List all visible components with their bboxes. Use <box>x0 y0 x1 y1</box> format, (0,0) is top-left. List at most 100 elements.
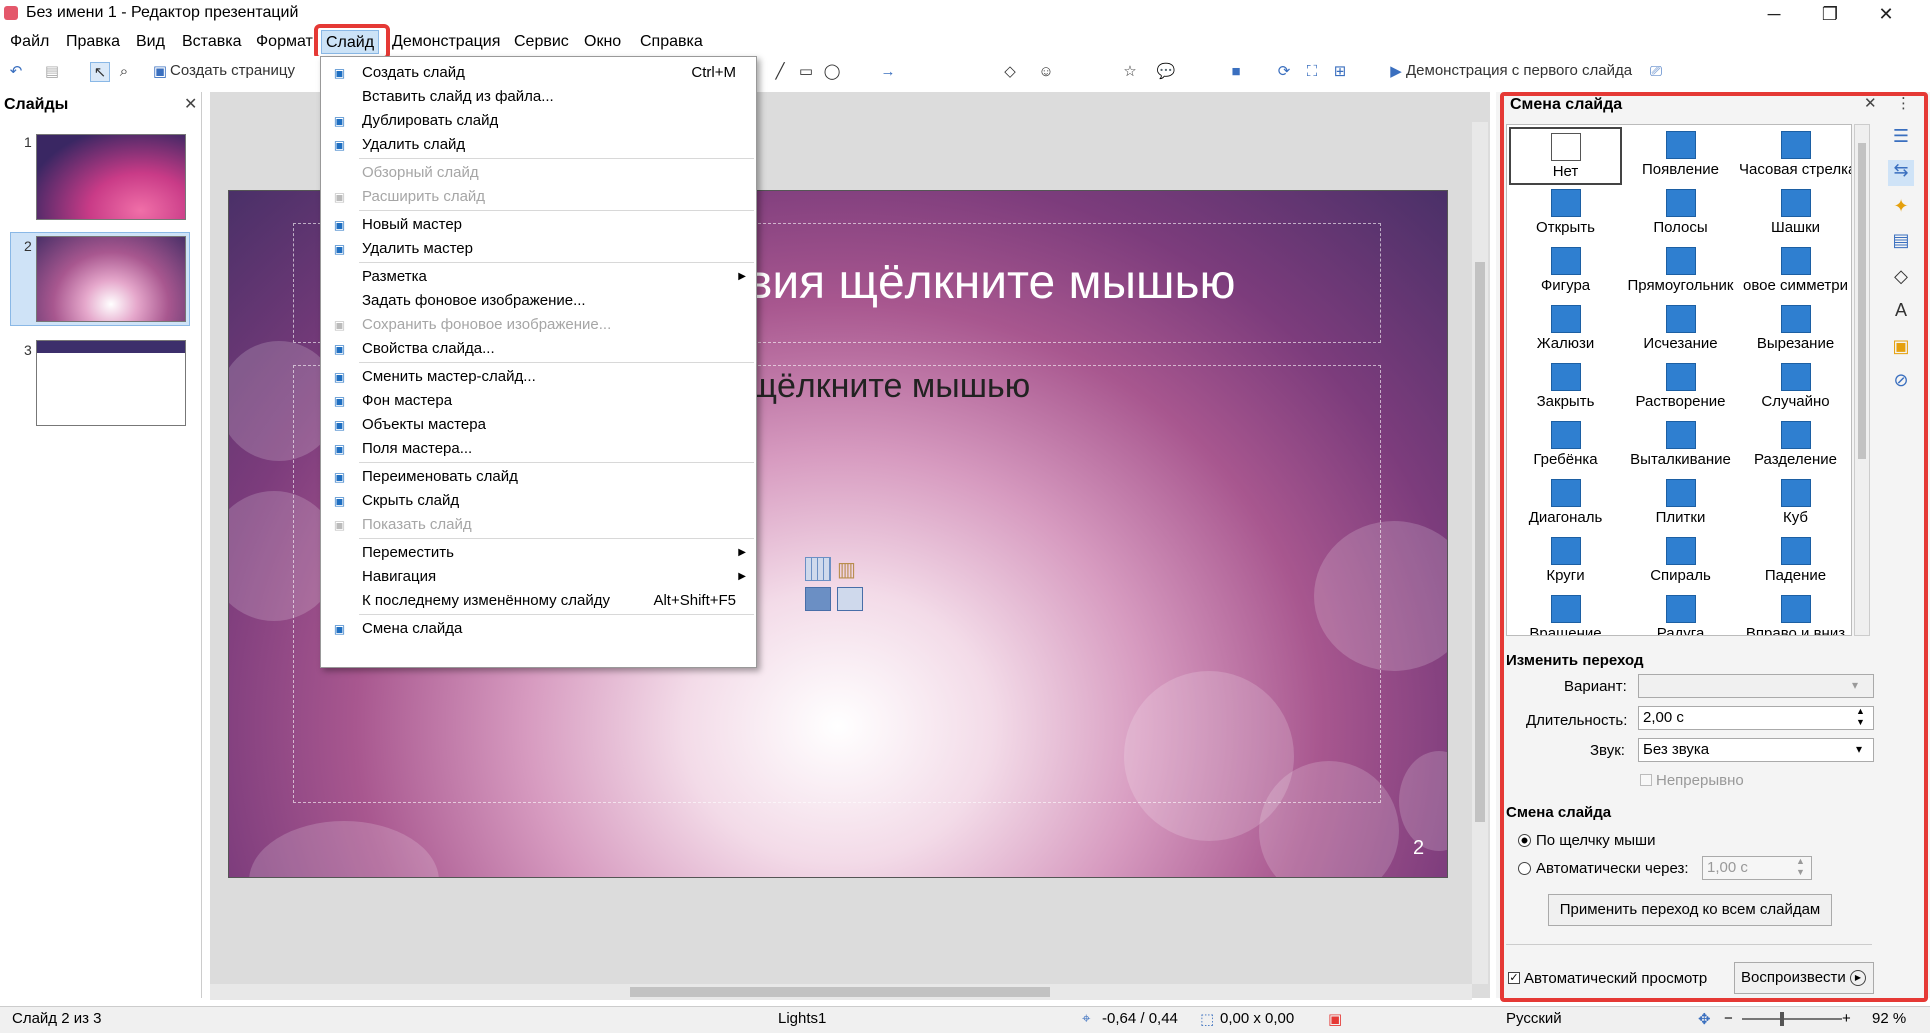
auto-preview-checkbox[interactable]: ✓ <box>1508 972 1520 984</box>
sound-select[interactable]: Без звука <box>1638 738 1874 762</box>
slide-menu-item[interactable]: Переместить ▶ <box>321 541 756 565</box>
transition-option[interactable]: Диагональ <box>1509 475 1622 533</box>
slide-menu-item[interactable]: Разметка ▶ <box>321 265 756 289</box>
horizontal-scroll-thumb[interactable] <box>630 987 1050 997</box>
slide-menu-item[interactable]: Навигация ▶ <box>321 565 756 589</box>
minimize-button[interactable]: ─ <box>1746 0 1802 28</box>
transition-option[interactable]: овое симметри <box>1739 243 1851 301</box>
transition-option[interactable]: Выталкивание <box>1624 417 1737 475</box>
menu-insert[interactable]: Вставка <box>178 30 245 54</box>
transition-option[interactable]: Жалюзи <box>1509 301 1622 359</box>
transition-option[interactable]: Вправо и вниз <box>1739 591 1851 635</box>
slide-menu-item[interactable]: ▣ Объекты мастера <box>321 413 756 437</box>
menu-help[interactable]: Справка <box>636 30 707 54</box>
transition-option[interactable]: Вырезание <box>1739 301 1851 359</box>
menu-edit[interactable]: Правка <box>62 30 124 54</box>
rotate-icon[interactable]: ⟳ <box>1274 62 1294 82</box>
menu-format[interactable]: Формат <box>252 30 317 54</box>
transition-option[interactable]: Шашки <box>1739 185 1851 243</box>
start-show-icon[interactable]: ▶ <box>1386 62 1406 82</box>
slide-menu-item[interactable]: ▣ Сменить мастер-слайд... <box>321 365 756 389</box>
insert-chart-icon[interactable]: ▥ <box>837 557 863 581</box>
duration-spin-icon[interactable]: ▲ ▼ <box>1856 706 1865 728</box>
transition-deck-icon[interactable]: ⇆ <box>1888 160 1914 186</box>
transition-option[interactable]: Плитки <box>1624 475 1737 533</box>
document-modified-icon[interactable]: ▣ <box>1328 1010 1342 1028</box>
slides-pane-close-icon[interactable]: ✕ <box>184 94 197 114</box>
line-icon[interactable]: ╱ <box>770 62 790 82</box>
zoom-out-icon[interactable]: − <box>1724 1010 1733 1027</box>
ellipse-icon[interactable]: ◯ <box>822 62 842 82</box>
transition-option[interactable]: Прямоугольник <box>1624 243 1737 301</box>
menu-file[interactable]: Файл <box>6 30 53 54</box>
callout-icon[interactable]: 💬 <box>1156 62 1176 82</box>
transition-option[interactable]: Появление <box>1624 127 1737 185</box>
status-language[interactable]: Русский <box>1506 1010 1562 1027</box>
transition-option[interactable]: Вращение <box>1509 591 1622 635</box>
menu-window[interactable]: Окно <box>580 30 625 54</box>
slide-menu-item[interactable]: ▣ Фон мастера <box>321 389 756 413</box>
menu-tools[interactable]: Сервис <box>510 30 573 54</box>
slide-thumbnail-1[interactable] <box>36 134 186 220</box>
insert-image-icon[interactable] <box>805 587 831 611</box>
star-icon[interactable]: ☆ <box>1120 62 1140 82</box>
transition-option[interactable]: Радуга <box>1624 591 1737 635</box>
transition-option[interactable]: Исчезание <box>1624 301 1737 359</box>
crop-icon[interactable]: ⛶ <box>1302 62 1322 82</box>
on-click-radio[interactable] <box>1518 834 1531 847</box>
slide-menu-item[interactable]: ▣ Переименовать слайд <box>321 465 756 489</box>
transition-option[interactable]: Нет <box>1509 127 1622 185</box>
slide-menu-item[interactable]: ▣ Удалить слайд <box>321 133 756 157</box>
slide-menu-item[interactable]: ▣ Создать слайд Ctrl+M <box>321 61 756 85</box>
paste-icon[interactable]: ▤ <box>42 62 62 82</box>
horizontal-scrollbar[interactable] <box>210 984 1472 1000</box>
transition-option[interactable]: Растворение <box>1624 359 1737 417</box>
navigator-deck-icon[interactable]: ⊘ <box>1888 370 1914 396</box>
auto-advance-spin-icon[interactable]: ▲ ▼ <box>1796 856 1805 878</box>
slide-menu-item[interactable]: ▣ Скрыть слайд <box>321 489 756 513</box>
transition-option[interactable]: Падение <box>1739 533 1851 591</box>
slide-menu-item[interactable]: К последнему изменённому слайду Alt+Shift… <box>321 589 756 613</box>
loop-checkbox[interactable] <box>1640 774 1652 786</box>
zoom-icon[interactable]: ⌕ <box>114 62 134 82</box>
insert-table-icon[interactable] <box>805 557 831 581</box>
transition-option[interactable]: Открыть <box>1509 185 1622 243</box>
slide-menu-item[interactable]: Задать фоновое изображение... <box>321 289 756 313</box>
undo-icon[interactable]: ↶ <box>6 62 26 82</box>
show-current-icon[interactable]: ⎚ <box>1646 62 1666 82</box>
slide-menu-item[interactable]: ▣ Свойства слайда... <box>321 337 756 361</box>
transition-option[interactable]: Случайно <box>1739 359 1851 417</box>
transition-option[interactable]: Гребёнка <box>1509 417 1622 475</box>
zoom-in-icon[interactable]: + <box>1842 1010 1851 1027</box>
menu-slide[interactable]: Слайд <box>321 30 380 54</box>
variant-select[interactable] <box>1638 674 1874 698</box>
menu-view[interactable]: Вид <box>132 30 169 54</box>
properties-deck-icon[interactable]: ☰ <box>1888 126 1914 152</box>
transition-option[interactable]: Круги <box>1509 533 1622 591</box>
transition-option[interactable]: Полосы <box>1624 185 1737 243</box>
sidebar-close-icon[interactable]: ✕ <box>1864 94 1877 112</box>
arrow-icon[interactable]: → <box>878 62 898 82</box>
transition-option[interactable]: Фигура <box>1509 243 1622 301</box>
master-slides-deck-icon[interactable]: ▤ <box>1888 230 1914 256</box>
transition-option[interactable]: Разделение <box>1739 417 1851 475</box>
zoom-slider-handle[interactable] <box>1780 1012 1784 1026</box>
slide-menu-item[interactable]: Вставить слайд из файла... <box>321 85 756 109</box>
new-page-icon[interactable]: ▣ <box>150 62 170 82</box>
new-page-button[interactable]: Создать страницу <box>170 62 295 79</box>
slide-menu-item[interactable]: ▣ Новый мастер <box>321 213 756 237</box>
gallery-scrollbar[interactable] <box>1854 124 1870 636</box>
slide-thumbnail-2[interactable] <box>36 236 186 322</box>
menu-slideshow[interactable]: Демонстрация <box>388 30 504 54</box>
smiley-icon[interactable]: ☺ <box>1036 62 1056 82</box>
gallery-scroll-thumb[interactable] <box>1858 143 1866 459</box>
slide-thumbnail-3[interactable] <box>36 340 186 426</box>
grid-icon[interactable]: ⊞ <box>1330 62 1350 82</box>
fit-slide-icon[interactable]: ✥ <box>1698 1010 1711 1028</box>
gallery-deck-icon[interactable]: ▣ <box>1888 336 1914 362</box>
shapes-deck-icon[interactable]: ◇ <box>1888 266 1914 292</box>
duration-field[interactable]: 2,00 с <box>1638 706 1874 730</box>
rectangle-icon[interactable]: ▭ <box>796 62 816 82</box>
styles-deck-icon[interactable]: A <box>1888 300 1914 326</box>
auto-advance-radio[interactable] <box>1518 862 1531 875</box>
